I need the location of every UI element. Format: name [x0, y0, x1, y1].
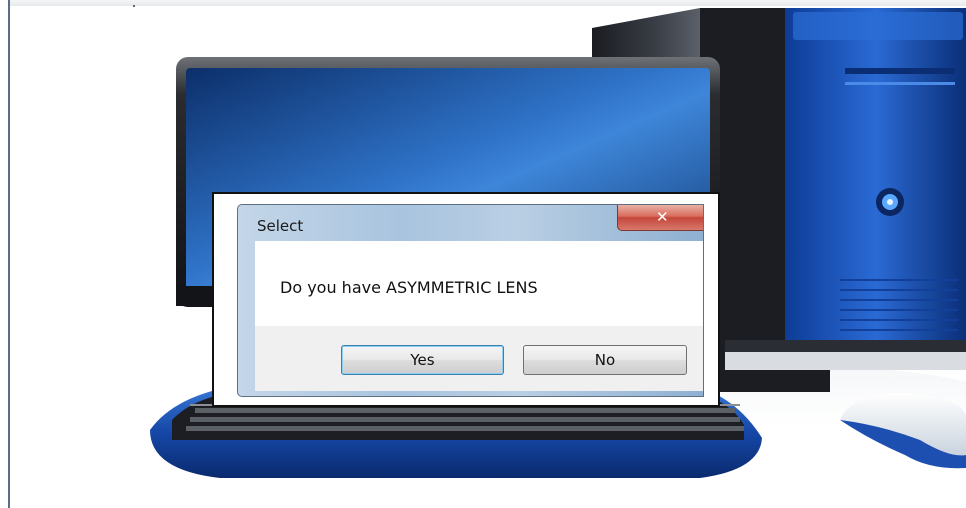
dialog-footer: Yes No [255, 326, 703, 391]
desktop-background: Select ✕ Do you have ASYMMETRIC LENS Yes… [0, 0, 966, 508]
select-dialog: Select ✕ Do you have ASYMMETRIC LENS Yes… [237, 204, 704, 397]
dialog-message: Do you have ASYMMETRIC LENS [280, 278, 538, 297]
yes-button[interactable]: Yes [341, 345, 504, 375]
dialog-titlebar[interactable]: Select ✕ [238, 205, 703, 240]
dialog-title: Select [257, 217, 304, 235]
no-button[interactable]: No [523, 345, 687, 375]
dialog-content: Do you have ASYMMETRIC LENS [255, 241, 703, 326]
close-button[interactable]: ✕ [617, 205, 703, 231]
close-icon: ✕ [656, 208, 669, 226]
